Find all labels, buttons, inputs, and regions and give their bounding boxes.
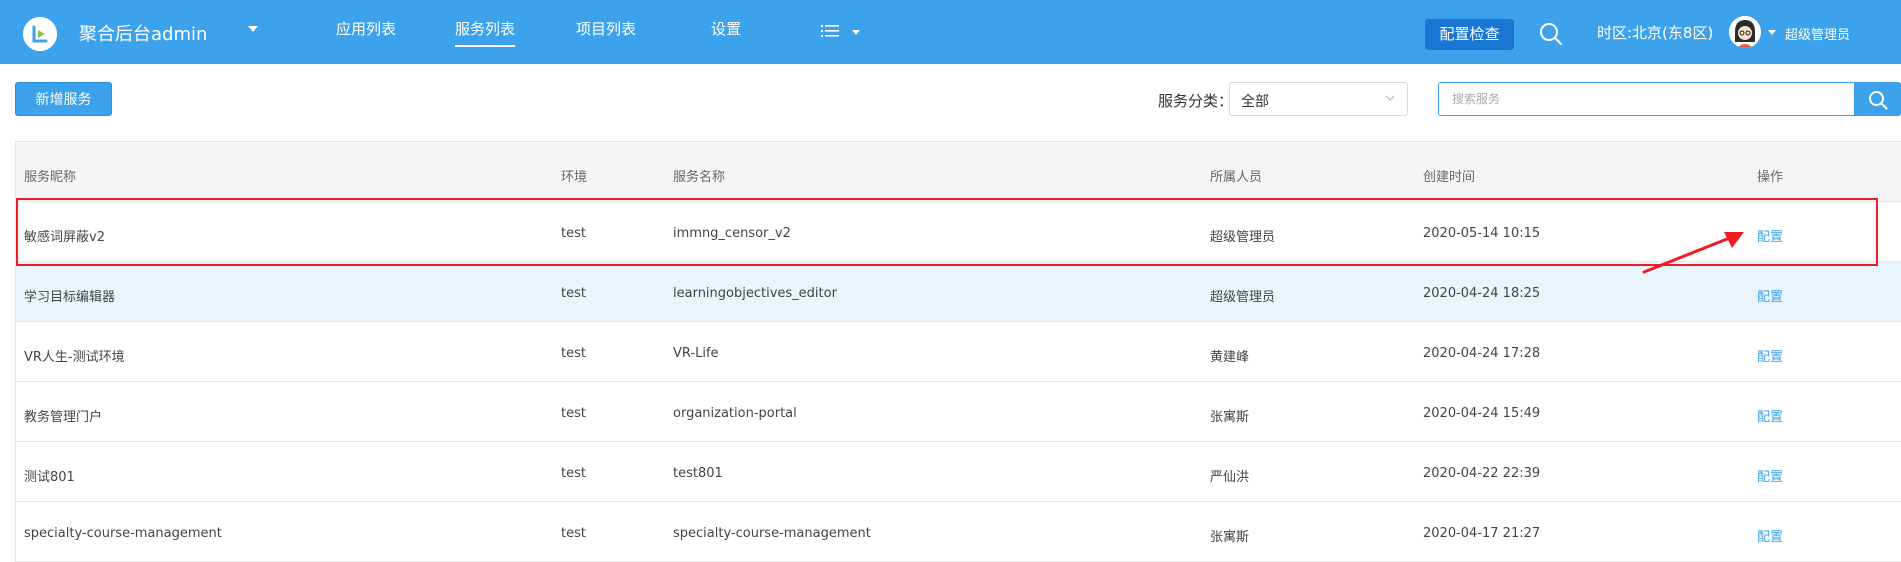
- nav-project-list[interactable]: 项目列表: [576, 18, 636, 39]
- chevron-down-icon[interactable]: [248, 26, 258, 32]
- table-row[interactable]: 学习目标编辑器 test learningobjectives_editor 超…: [16, 262, 1901, 322]
- cell-nickname: VR人生-测试环境: [24, 350, 125, 365]
- cell-name: specialty-course-management: [673, 526, 871, 541]
- nav-app-list-label: 应用列表: [336, 20, 397, 38]
- cell-owner: 严仙洪: [1210, 470, 1250, 485]
- configure-link[interactable]: 配置: [1757, 406, 1783, 425]
- configure-link[interactable]: 配置: [1757, 286, 1783, 305]
- app-title[interactable]: 聚合后台admin: [79, 20, 207, 46]
- cell-owner: 超级管理员: [1210, 290, 1276, 305]
- search-icon[interactable]: [1539, 22, 1563, 46]
- category-value: 全部: [1241, 94, 1269, 110]
- category-select[interactable]: 全部: [1229, 82, 1408, 116]
- top-navbar: 聚合后台admin 应用列表 服务列表 项目列表 设置 配置检查 时区:北京(东…: [0, 0, 1901, 64]
- column-header-nickname: 服务昵称: [24, 170, 77, 185]
- cell-nickname: 学习目标编辑器: [24, 290, 116, 305]
- cell-env: test: [561, 346, 586, 361]
- category-label: 服务分类：: [1158, 92, 1234, 110]
- nav-service-list[interactable]: 服务列表: [455, 18, 516, 47]
- cell-owner: 超级管理员: [1210, 230, 1276, 245]
- username[interactable]: 超级管理员: [1785, 24, 1850, 43]
- cell-created: 2020-04-24 15:49: [1423, 406, 1541, 421]
- configure-link[interactable]: 配置: [1757, 226, 1783, 245]
- nav-settings-label: 设置: [711, 20, 742, 38]
- configure-link[interactable]: 配置: [1757, 526, 1783, 545]
- nav-project-list-label: 项目列表: [576, 20, 637, 38]
- cell-owner: 张寓斯: [1210, 530, 1250, 545]
- cell-env: test: [561, 226, 586, 241]
- cell-nickname: 敏感词屏蔽v2: [24, 230, 105, 245]
- cell-created: 2020-04-24 18:25: [1423, 286, 1541, 301]
- column-header-name: 服务名称: [673, 170, 726, 185]
- config-check-button[interactable]: 配置检查: [1425, 19, 1514, 50]
- search-button[interactable]: [1854, 82, 1901, 116]
- cell-name: immng_censor_v2: [673, 226, 791, 241]
- logo-icon[interactable]: [23, 17, 57, 51]
- cell-env: test: [561, 286, 586, 301]
- search-input[interactable]: [1438, 82, 1855, 116]
- table-row[interactable]: 敏感词屏蔽v2 test immng_censor_v2 超级管理员 2020-…: [16, 202, 1901, 262]
- user-chevron-down-icon[interactable]: [1768, 30, 1776, 35]
- cell-name: organization-portal: [673, 406, 797, 421]
- table-row[interactable]: VR人生-测试环境 test VR-Life 黄建峰 2020-04-24 17…: [16, 322, 1901, 382]
- cell-env: test: [561, 526, 586, 541]
- add-service-button[interactable]: 新增服务: [15, 82, 112, 116]
- cell-created: 2020-04-24 17:28: [1423, 346, 1541, 361]
- configure-link[interactable]: 配置: [1757, 346, 1783, 365]
- configure-link[interactable]: 配置: [1757, 466, 1783, 485]
- cell-owner: 黄建峰: [1210, 350, 1250, 365]
- chevron-down-icon: [1385, 95, 1395, 101]
- cell-name: test801: [673, 466, 723, 481]
- list-menu-icon[interactable]: [821, 24, 839, 38]
- cell-env: test: [561, 406, 586, 421]
- table-row[interactable]: 测试801 test test801 严仙洪 2020-04-22 22:39 …: [16, 442, 1901, 502]
- nav-app-list[interactable]: 应用列表: [336, 18, 396, 39]
- cell-name: learningobjectives_editor: [673, 286, 837, 301]
- column-header-owner: 所属人员: [1210, 170, 1263, 185]
- column-header-action: 操作: [1757, 170, 1784, 185]
- cell-nickname: specialty-course-management: [24, 526, 222, 541]
- table-row[interactable]: specialty-course-management test special…: [16, 502, 1901, 562]
- table-row[interactable]: 教务管理门户 test organization-portal 张寓斯 2020…: [16, 382, 1901, 442]
- cell-created: 2020-04-17 21:27: [1423, 526, 1541, 541]
- service-table: 服务昵称 环境 服务名称 所属人员 创建时间 操作 敏感词屏蔽v2 test i…: [15, 141, 1901, 562]
- menu-chevron-down-icon[interactable]: [852, 30, 860, 35]
- column-header-created: 创建时间: [1423, 170, 1476, 185]
- cell-env: test: [561, 466, 586, 481]
- cell-owner: 张寓斯: [1210, 410, 1250, 425]
- cell-created: 2020-04-22 22:39: [1423, 466, 1541, 481]
- cell-nickname: 测试801: [24, 470, 75, 485]
- cell-created: 2020-05-14 10:15: [1423, 226, 1541, 241]
- nav-service-list-label: 服务列表: [455, 18, 516, 47]
- search-icon: [1869, 91, 1888, 110]
- cell-name: VR-Life: [673, 346, 719, 361]
- table-header: 服务昵称 环境 服务名称 所属人员 创建时间 操作: [16, 142, 1901, 202]
- cell-nickname: 教务管理门户: [24, 410, 103, 425]
- column-header-env: 环境: [561, 170, 588, 185]
- timezone-selector[interactable]: 时区:北京(东8区): [1597, 22, 1713, 43]
- avatar[interactable]: [1729, 16, 1761, 48]
- nav-settings[interactable]: 设置: [711, 18, 741, 39]
